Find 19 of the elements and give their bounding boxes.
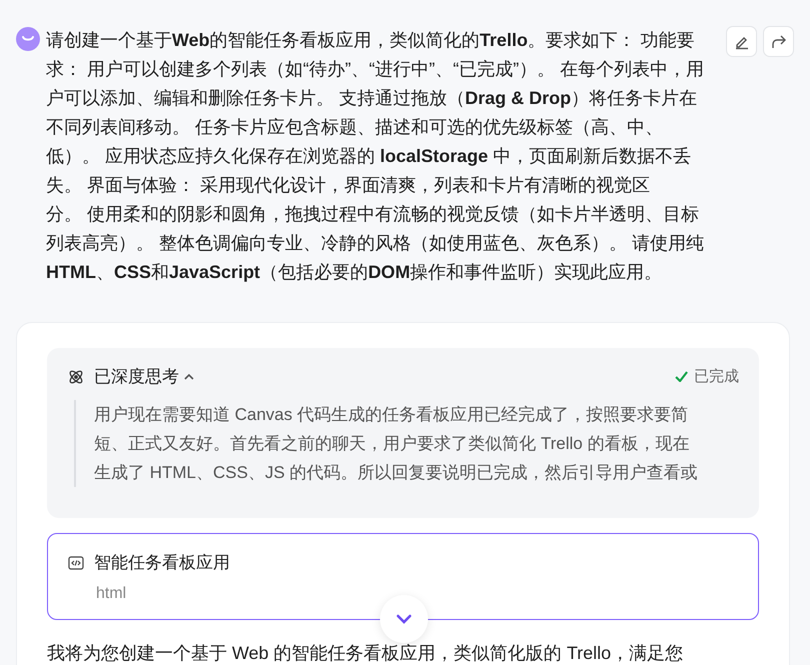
edit-button[interactable] [726,26,757,57]
share-arrow-icon [770,34,786,50]
thinking-text-line: 短、正式又友好。首先看之前的聊天，用户要求了类似简化 Trello 的看板，现在 [94,432,690,454]
status-text: 已完成 [694,366,739,386]
artifact-title: 智能任务看板应用 [94,552,230,574]
check-icon [675,371,688,382]
assistant-avatar-icon [16,27,40,51]
artifact-card[interactable]: 智能任务看板应用 html [47,533,759,620]
share-button[interactable] [763,26,794,57]
thinking-text-line: 用户现在需要知道 Canvas 代码生成的任务看板应用已经完成了，按照要求要简 [94,404,690,426]
reply-text: 我将为您创建一个基于 Web 的智能任务看板应用，类似简化版的 Trello，满足您 [47,642,684,665]
scroll-down-button[interactable] [380,595,428,643]
thinking-toggle[interactable]: 已深度思考 [94,364,195,390]
code-file-icon [68,556,84,570]
thinking-text-line: 生成了 HTML、CSS、JS 的代码。所以回复要说明已完成，然后引导用户查看或 [94,462,699,484]
atom-icon [67,368,85,386]
artifact-type: html [96,584,128,604]
user-message: 请创建一个基于Web的智能任务看板应用，类似简化的Trello。要求如下： 功能要求： 用户可以创建多个列表（如“待办”、“进行中”、“已完成”）。 在每个列表中，用户可以添加、编辑和删除任务卡片。 支持通过拖放（Drag & Drop）将任务卡片在不同列表间移动。 任务卡片应包含标题、描述和可选的优先级标签（高、中、低）。 应用状态应持久化保存在浏览器的 localStorage 中，页面刷新后数据不丢失。 界面与体验： 采用现代化设计，界面清爽，列表和卡片有清晰的视觉区分。 使用柔和的阴影和圆角，拖拽过程中有流畅的视觉反馈（如卡片半透明、目标列表高亮）。 整体色调偏向专业、冷静的风格（如使用蓝色、灰色系）。 请使用纯HTML、CSS和JavaScript（包括必要的DOM操作和事件监听）实现此应用。 [46,29,706,284]
chevron-down-icon [395,613,413,625]
